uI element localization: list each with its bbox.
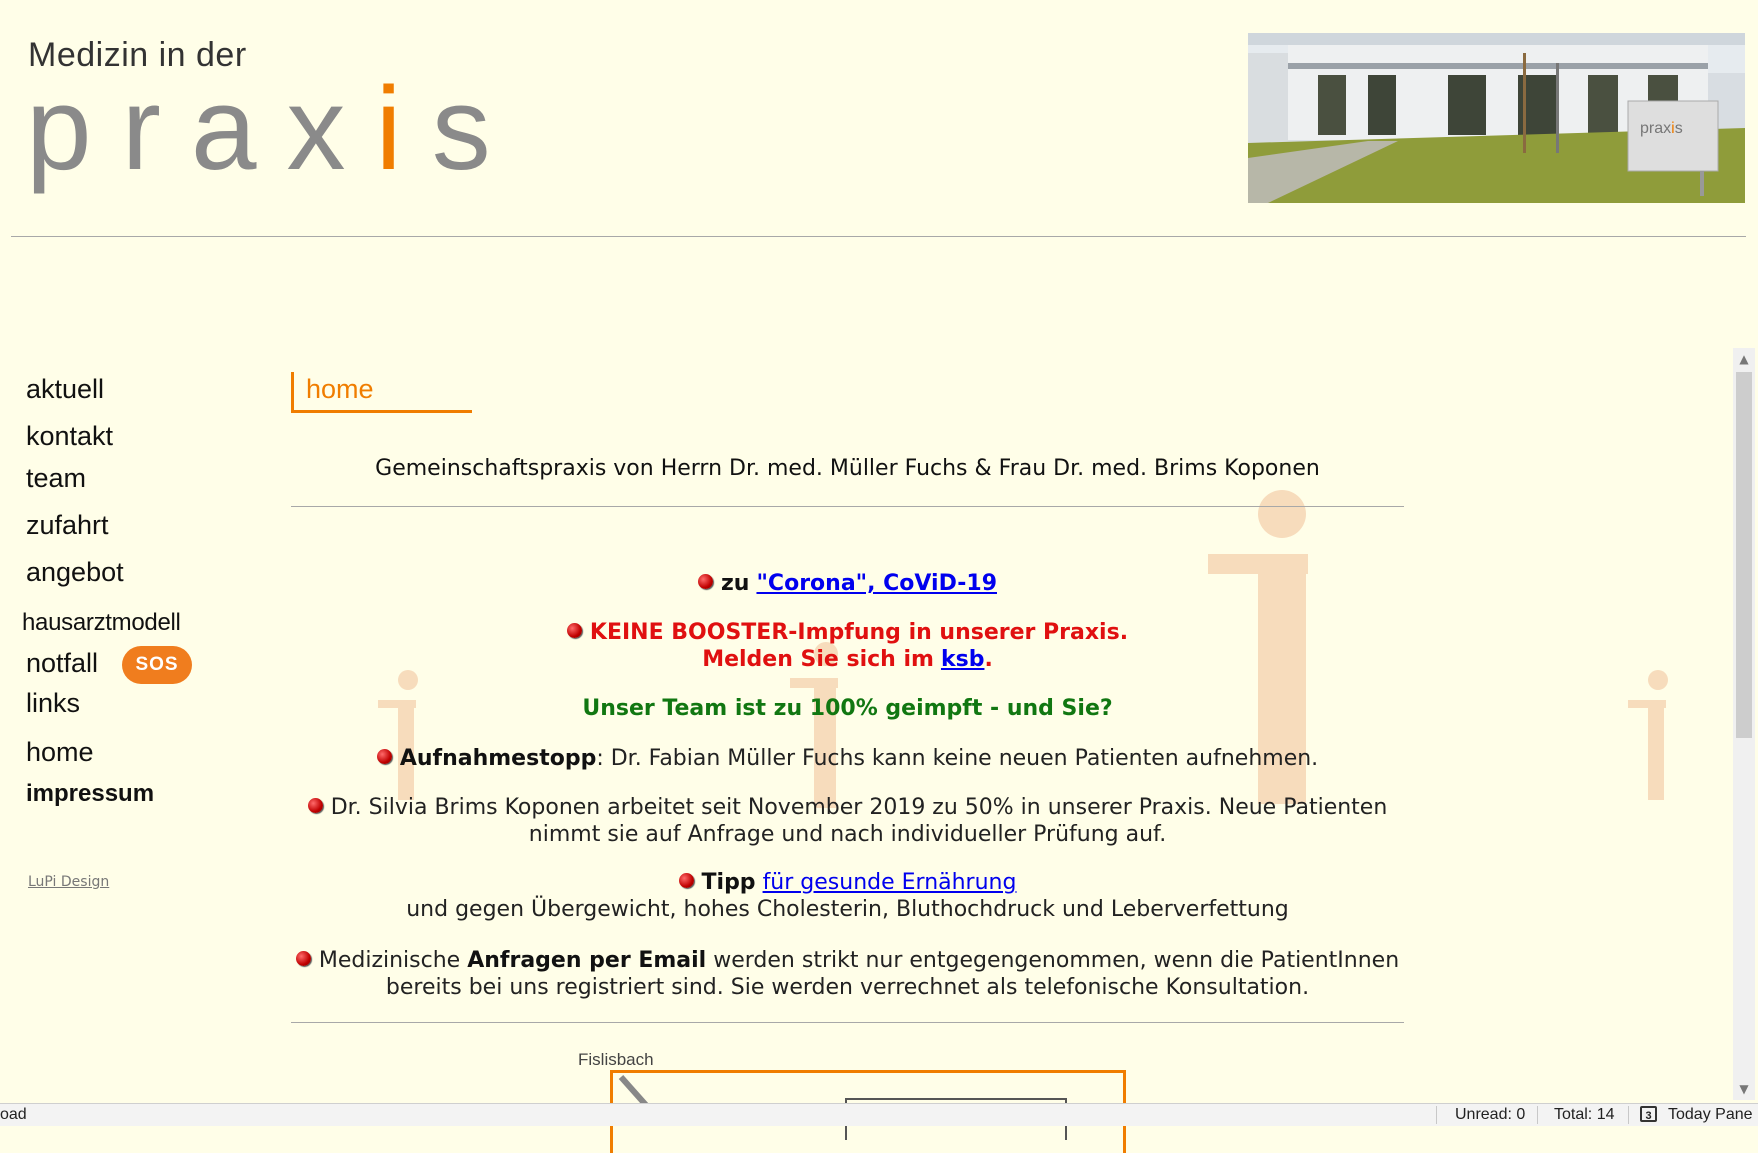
praxis-logo: Medizin in der praxis bbox=[26, 32, 491, 197]
corona-notice: zu "Corona", CoViD-19 bbox=[291, 570, 1404, 597]
today-pane-toggle[interactable]: Today Pane bbox=[1668, 1106, 1753, 1124]
total-count: Total: 14 bbox=[1554, 1106, 1615, 1123]
nav-item-zufahrt[interactable]: zufahrt bbox=[26, 510, 109, 541]
admission-stop-notice: Aufnahmestopp: Dr. Fabian Müller Fuchs k… bbox=[291, 745, 1404, 772]
sos-badge[interactable]: SOS bbox=[122, 646, 192, 684]
status-separator bbox=[1628, 1106, 1629, 1124]
nav-item-notfall[interactable]: notfall bbox=[26, 648, 98, 679]
bullet-icon bbox=[376, 749, 392, 764]
practice-building-photo: praxis bbox=[1248, 33, 1745, 203]
lupi-design-link[interactable]: LuPi Design bbox=[28, 874, 109, 890]
practice-subtitle: Gemeinschaftspraxis von Herrn Dr. med. M… bbox=[375, 456, 1320, 481]
bullet-icon bbox=[307, 798, 323, 813]
watermark-i-left bbox=[378, 668, 418, 813]
logo-i-accent: i bbox=[375, 63, 432, 195]
page-title: home bbox=[291, 372, 472, 413]
nutrition-link[interactable]: für gesunde Ernährung bbox=[763, 870, 1017, 895]
header-divider bbox=[11, 236, 1746, 237]
bullet-icon bbox=[295, 951, 311, 966]
bullet-icon bbox=[678, 873, 694, 888]
nav-item-impressum[interactable]: impressum bbox=[26, 780, 154, 808]
nav-item-hausarztmodell[interactable]: hausarztmodell bbox=[22, 609, 181, 637]
bullet-icon bbox=[566, 623, 582, 638]
nav-item-kontakt[interactable]: kontakt bbox=[26, 421, 113, 452]
booster-notice: KEINE BOOSTER-Impfung in unserer Praxis.… bbox=[291, 619, 1404, 673]
status-separator bbox=[1537, 1106, 1538, 1124]
nav-item-links[interactable]: links bbox=[26, 688, 80, 719]
status-left-text: oad bbox=[0, 1106, 27, 1123]
scroll-thumb[interactable] bbox=[1736, 372, 1752, 738]
scroll-up-arrow-icon[interactable]: ▲ bbox=[1733, 348, 1755, 370]
nav-item-home[interactable]: home bbox=[26, 737, 94, 768]
map-label: Fislisbach bbox=[578, 1050, 654, 1069]
nav-item-team[interactable]: team bbox=[26, 463, 86, 494]
svg-text:praxis: praxis bbox=[1640, 120, 1683, 137]
team-vaccinated-notice: Unser Team ist zu 100% geimpft - und Sie… bbox=[582, 696, 1113, 721]
calendar-icon[interactable]: 3 bbox=[1640, 1106, 1657, 1122]
corona-link[interactable]: "Corona", CoViD-19 bbox=[756, 571, 997, 596]
status-separator bbox=[1436, 1106, 1437, 1124]
nav-item-angebot[interactable]: angebot bbox=[26, 557, 124, 588]
silvia-notice: Dr. Silvia Brims Koponen arbeitet seit N… bbox=[291, 794, 1404, 848]
content-divider-top bbox=[291, 506, 1404, 507]
logo-wordmark: praxis bbox=[26, 63, 521, 195]
scroll-down-arrow-icon[interactable]: ▼ bbox=[1733, 1078, 1755, 1100]
unread-count: Unread: 0 bbox=[1455, 1106, 1526, 1123]
nav-item-aktuell[interactable]: aktuell bbox=[26, 374, 104, 405]
bullet-icon bbox=[698, 574, 713, 589]
watermark-i-right bbox=[1628, 668, 1668, 813]
content-divider-bottom bbox=[291, 1022, 1404, 1023]
email-policy-notice: Medizinische Anfragen per Email werden s… bbox=[291, 947, 1404, 1001]
status-bar: oad Unread: 0 Total: 14 3 Today Pane bbox=[0, 1103, 1758, 1126]
ksb-link[interactable]: ksb bbox=[941, 647, 984, 672]
nutrition-tip: Tipp für gesunde Ernährung und gegen Übe… bbox=[406, 870, 1289, 922]
vertical-scrollbar[interactable]: ▲ ▼ bbox=[1733, 348, 1755, 1100]
